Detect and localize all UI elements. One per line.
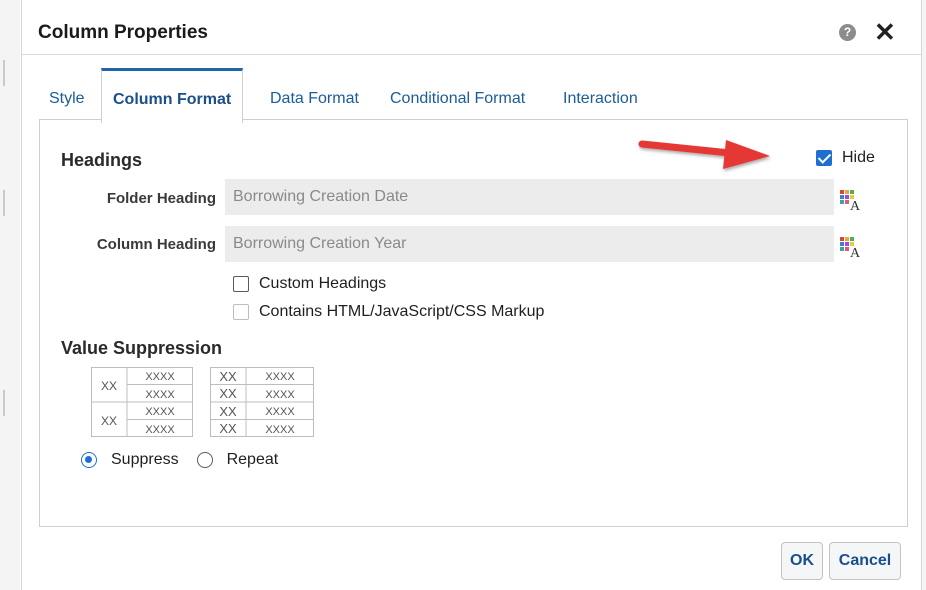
- suppression-options: Suppress Repeat: [81, 451, 296, 469]
- markup-label: Contains HTML/JavaScript/CSS Markup: [259, 303, 545, 320]
- custom-headings-checkbox[interactable]: [233, 276, 249, 292]
- suppress-sample-image: XX XX XXXX XXXX XXXX XXXX: [91, 367, 193, 437]
- column-format-panel: Headings Hide Folder Heading A Co: [39, 119, 908, 527]
- suppress-label: Suppress: [111, 451, 179, 468]
- hide-checkbox[interactable]: [816, 150, 832, 166]
- sample-xx: XX: [219, 404, 237, 419]
- background-page-left: [0, 0, 20, 590]
- tab-interaction[interactable]: Interaction: [563, 68, 638, 120]
- svg-text:A: A: [850, 199, 861, 211]
- background-divider: [3, 60, 5, 86]
- markup-option: Contains HTML/JavaScript/CSS Markup: [233, 301, 544, 323]
- svg-text:A: A: [850, 246, 861, 258]
- dialog-title: Column Properties: [38, 22, 208, 43]
- background-divider: [3, 390, 5, 416]
- cancel-button[interactable]: Cancel: [829, 542, 901, 580]
- tab-style[interactable]: Style: [49, 68, 85, 120]
- tab-data-format[interactable]: Data Format: [270, 68, 359, 120]
- folder-heading-label: Folder Heading: [106, 190, 216, 207]
- help-icon[interactable]: ?: [839, 24, 856, 41]
- sample-xxxx: XXXX: [145, 424, 175, 436]
- ok-button[interactable]: OK: [781, 542, 823, 580]
- column-heading-field[interactable]: [225, 226, 834, 262]
- sample-xx: XX: [219, 369, 237, 384]
- annotation-arrow: [638, 140, 770, 169]
- repeat-sample-image: XX XX XX XX XXXX XXXX XXXX XXXX: [210, 367, 314, 437]
- sample-xx: XX: [101, 379, 117, 393]
- value-suppression-section-title: Value Suppression: [61, 338, 223, 358]
- text-format-icon[interactable]: A: [839, 189, 861, 211]
- sample-xx: XX: [219, 421, 237, 436]
- markup-checkbox[interactable]: [233, 304, 249, 320]
- sample-xxxx: XXXX: [265, 371, 295, 383]
- repeat-radio[interactable]: [196, 452, 213, 468]
- sample-xx: XX: [219, 386, 237, 401]
- hide-option: Hide: [816, 147, 875, 169]
- sample-xxxx: XXXX: [265, 424, 295, 436]
- sample-xxxx: XXXX: [145, 406, 175, 418]
- dialog-title-bar: Column Properties ? ✕: [22, 0, 921, 55]
- background-divider: [3, 190, 5, 216]
- custom-headings-option: Custom Headings: [233, 273, 386, 295]
- sample-xxxx: XXXX: [265, 389, 295, 401]
- sample-xxxx: XXXX: [145, 389, 175, 401]
- tab-column-format[interactable]: Column Format: [101, 68, 244, 123]
- headings-section-title: Headings: [61, 150, 143, 170]
- custom-headings-label: Custom Headings: [259, 275, 387, 292]
- sample-xxxx: XXXX: [265, 406, 295, 418]
- repeat-label: Repeat: [226, 451, 279, 468]
- sample-xx: XX: [101, 414, 117, 428]
- close-icon[interactable]: ✕: [874, 17, 896, 47]
- folder-heading-field[interactable]: [225, 179, 834, 215]
- tab-bar: Style Column Format Data Format Conditio…: [39, 68, 909, 123]
- column-heading-label: Column Heading: [96, 236, 216, 253]
- suppress-radio[interactable]: [81, 452, 97, 468]
- tab-conditional-format[interactable]: Conditional Format: [390, 68, 525, 120]
- column-properties-dialog: Column Properties ? ✕ Style Column Forma…: [21, 0, 922, 590]
- sample-xxxx: XXXX: [145, 371, 175, 383]
- hide-label: Hide: [842, 149, 875, 166]
- text-format-icon[interactable]: A: [839, 236, 861, 258]
